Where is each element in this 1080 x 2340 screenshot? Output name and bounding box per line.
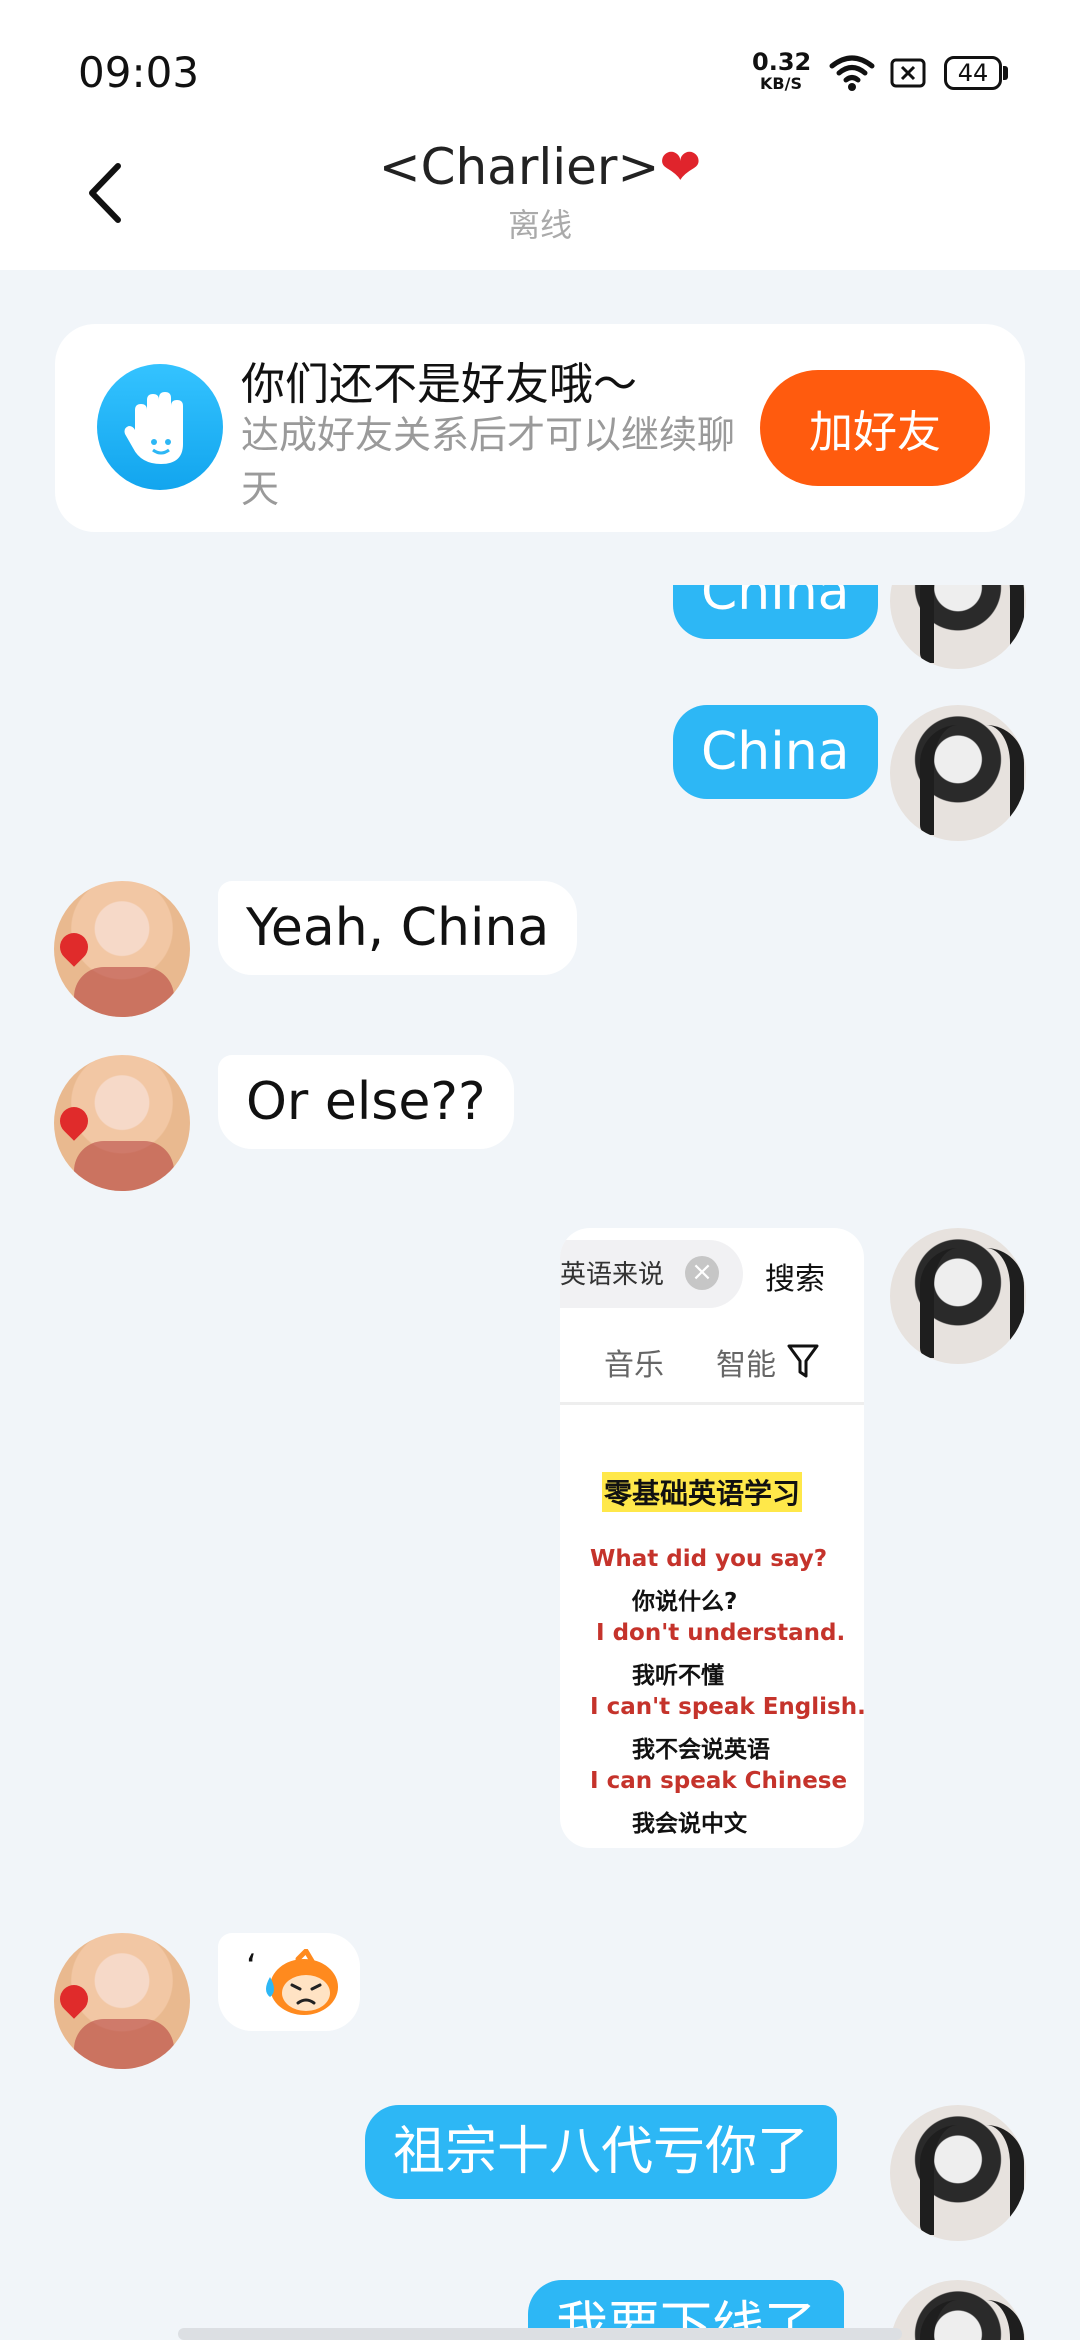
network-speed-value: 0.32 xyxy=(752,48,812,76)
message-bubble-mine[interactable]: China xyxy=(673,585,878,639)
add-friend-button[interactable]: 加好友 xyxy=(760,370,990,486)
phrase-chinese: 我听不懂 xyxy=(632,1663,724,1689)
contact-name: <Charlier> xyxy=(378,138,660,196)
image-tab-smart: 智能 xyxy=(716,1348,776,1383)
image-search-button: 搜索 xyxy=(765,1262,825,1297)
image-divider xyxy=(560,1402,864,1405)
sticker-message[interactable]: ‘ xyxy=(218,1933,360,2031)
wave-hand-icon xyxy=(97,364,223,490)
contact-avatar[interactable] xyxy=(54,1933,190,2069)
phrase-english: I can't speak English. xyxy=(590,1694,864,1720)
battery-tip xyxy=(1003,66,1008,80)
heart-icon: ❤ xyxy=(659,138,702,196)
clock: 09:03 xyxy=(78,48,200,97)
status-bar: 09:03 0.32 KB/S 44 xyxy=(0,0,1080,130)
chat-header: <Charlier>❤ 离线 xyxy=(0,130,1080,270)
image-title: 零基础英语学习 xyxy=(602,1472,803,1512)
message-bubble-mine[interactable]: 祖宗十八代亏你了 xyxy=(365,2105,838,2199)
friend-notice-card: 你们还不是好友哦～ 达成好友关系后才可以继续聊天 加好友 xyxy=(55,324,1025,532)
notice-title: 你们还不是好友哦～ xyxy=(241,359,637,410)
phrase-english: I can speak Chinese xyxy=(590,1768,848,1794)
sweating-face-sticker-icon xyxy=(266,1949,338,2015)
image-message[interactable]: 英语来说 × 搜索 音乐 智能 零基础英语学习 What did you say… xyxy=(560,1228,864,1848)
phrase-chinese: 你说什么? xyxy=(632,1589,738,1615)
contact-title[interactable]: <Charlier>❤ xyxy=(0,138,1080,196)
network-speed: 0.32 KB/S xyxy=(752,48,812,93)
sticker-mark: ‘ xyxy=(246,1947,257,1987)
no-sim-icon xyxy=(890,58,926,88)
image-tab-music: 音乐 xyxy=(604,1348,664,1383)
contact-avatar[interactable] xyxy=(54,1055,190,1191)
image-search-box: 英语来说 × xyxy=(560,1240,743,1308)
phrase-english: What did you say? xyxy=(590,1546,828,1572)
bottom-scroll-indicator xyxy=(178,2328,902,2340)
message-bubble-theirs[interactable]: Or else?? xyxy=(218,1055,514,1149)
network-speed-unit: KB/S xyxy=(760,74,802,93)
notice-subtitle: 达成好友关系后才可以继续聊天 xyxy=(241,413,736,511)
online-status: 离线 xyxy=(507,206,572,244)
my-avatar[interactable] xyxy=(890,2280,1026,2340)
my-avatar[interactable] xyxy=(890,585,1026,669)
filter-icon xyxy=(787,1344,819,1378)
battery-indicator: 44 xyxy=(944,56,1002,90)
my-avatar[interactable] xyxy=(890,705,1026,841)
phrase-english: I don't understand. xyxy=(596,1620,846,1646)
my-avatar[interactable] xyxy=(890,1228,1026,1364)
phrase-chinese: 我会说中文 xyxy=(632,1811,747,1837)
image-search-text: 英语来说 xyxy=(560,1260,665,1290)
phrase-chinese: 我不会说英语 xyxy=(632,1737,770,1763)
message-bubble-theirs[interactable]: Yeah, China xyxy=(218,881,578,975)
message-bubble-mine[interactable]: China xyxy=(673,705,878,799)
clear-icon: × xyxy=(685,1256,719,1290)
my-avatar[interactable] xyxy=(890,2105,1026,2241)
wifi-icon xyxy=(829,55,875,91)
contact-avatar[interactable] xyxy=(54,881,190,1017)
message-list[interactable]: China China Yeah, China Or else?? 英语来说 ×… xyxy=(0,585,1080,2340)
